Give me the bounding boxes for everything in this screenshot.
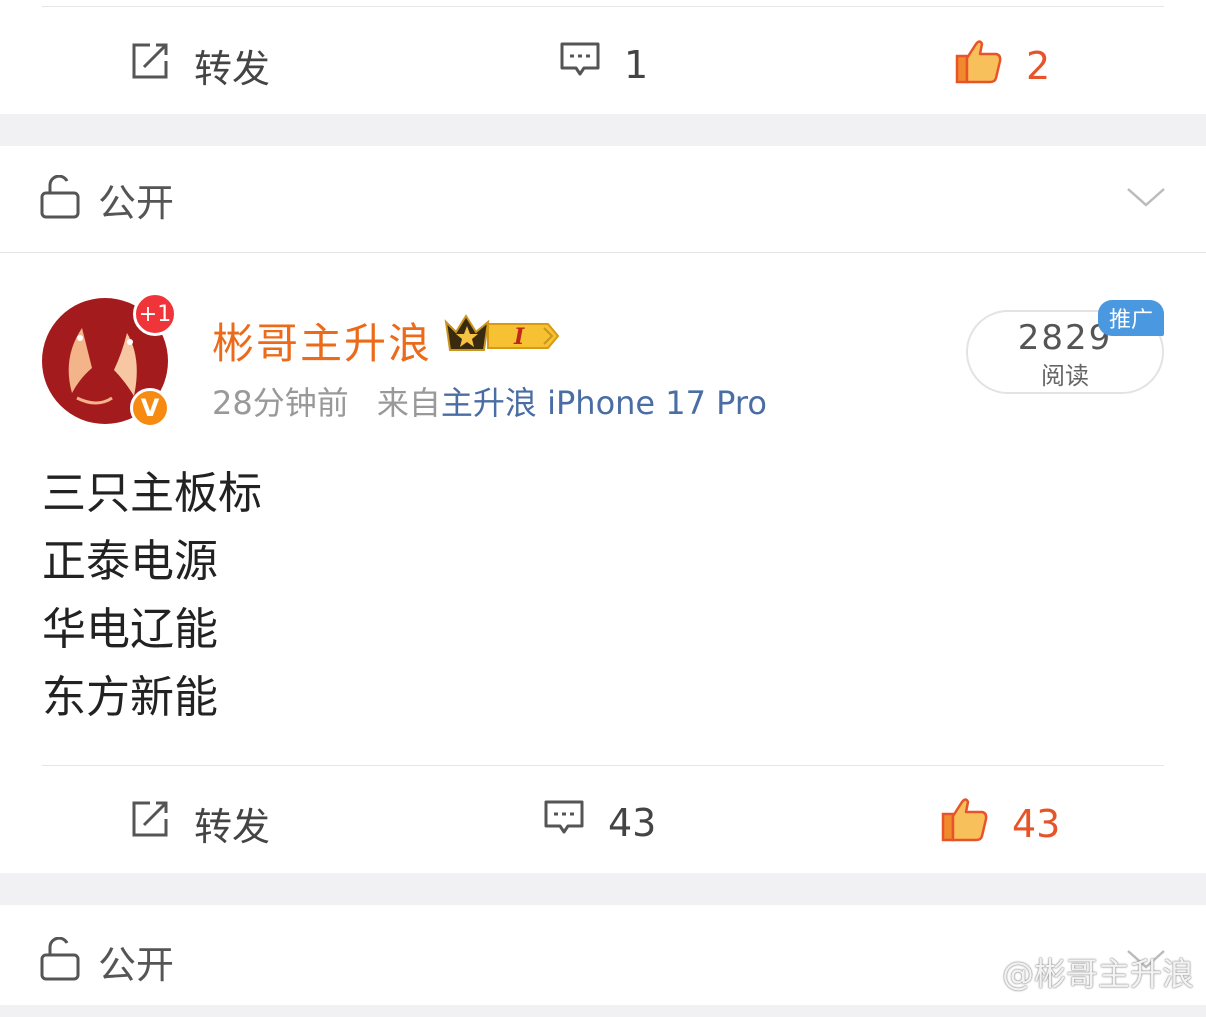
weibo-logo-icon bbox=[956, 949, 1002, 995]
comment-count: 43 bbox=[608, 801, 656, 845]
like-button[interactable]: 43 bbox=[940, 794, 1060, 853]
repost-label: 转发 bbox=[194, 38, 270, 93]
action-bar: 转发 43 43 bbox=[0, 764, 1206, 876]
content-line: 三只主板标 bbox=[42, 460, 262, 528]
avatar-notification-badge: +1 bbox=[133, 292, 177, 336]
post-meta: 28分钟前 来自主升浪 iPhone 17 Pro bbox=[212, 378, 767, 424]
post-source[interactable]: 主升浪 iPhone 17 Pro bbox=[441, 384, 767, 422]
action-bar: 转发 1 2 bbox=[0, 4, 1206, 116]
thumbs-up-icon bbox=[940, 794, 990, 853]
privacy-row[interactable]: 公开 bbox=[0, 146, 1206, 252]
read-label: 阅读 bbox=[968, 356, 1162, 391]
comment-button[interactable]: 1 bbox=[558, 38, 648, 91]
username[interactable]: 彬哥主升浪 bbox=[212, 310, 432, 371]
like-count: 2 bbox=[1026, 44, 1050, 88]
repost-label: 转发 bbox=[194, 796, 270, 851]
content-line: 东方新能 bbox=[42, 664, 262, 732]
content-line: 正泰电源 bbox=[42, 528, 262, 596]
lock-open-icon bbox=[40, 175, 80, 223]
vip-crown-badge[interactable]: I bbox=[444, 310, 564, 364]
privacy-label: 公开 bbox=[98, 172, 174, 227]
post-time: 28分钟前 bbox=[212, 384, 349, 422]
divider bbox=[0, 252, 1206, 253]
watermark-text: @彬哥主升浪 bbox=[1002, 949, 1194, 995]
content-line: 华电辽能 bbox=[42, 596, 262, 664]
like-count: 43 bbox=[1012, 802, 1060, 846]
repost-button[interactable]: 转发 bbox=[128, 796, 270, 851]
privacy-label: 公开 bbox=[98, 934, 174, 989]
comment-icon bbox=[558, 38, 602, 91]
repost-icon bbox=[128, 797, 172, 850]
like-button[interactable]: 2 bbox=[954, 36, 1050, 95]
prev-post-card: 转发 1 2 bbox=[0, 0, 1206, 114]
from-label: 来自 bbox=[377, 384, 441, 422]
watermark: @彬哥主升浪 bbox=[956, 949, 1194, 995]
comment-count: 1 bbox=[624, 43, 648, 87]
chevron-down-icon[interactable] bbox=[1126, 185, 1166, 213]
repost-button[interactable]: 转发 bbox=[128, 38, 270, 93]
thumbs-up-icon bbox=[954, 36, 1004, 95]
comment-button[interactable]: 43 bbox=[542, 796, 656, 849]
vip-level: I bbox=[513, 324, 525, 350]
post-content: 三只主板标 正泰电源 华电辽能 东方新能 bbox=[42, 460, 262, 732]
verified-badge: V bbox=[130, 388, 170, 428]
repost-icon bbox=[128, 39, 172, 92]
promote-badge[interactable]: 推广 bbox=[1098, 300, 1164, 336]
comment-icon bbox=[542, 796, 586, 849]
lock-open-icon bbox=[40, 937, 80, 985]
